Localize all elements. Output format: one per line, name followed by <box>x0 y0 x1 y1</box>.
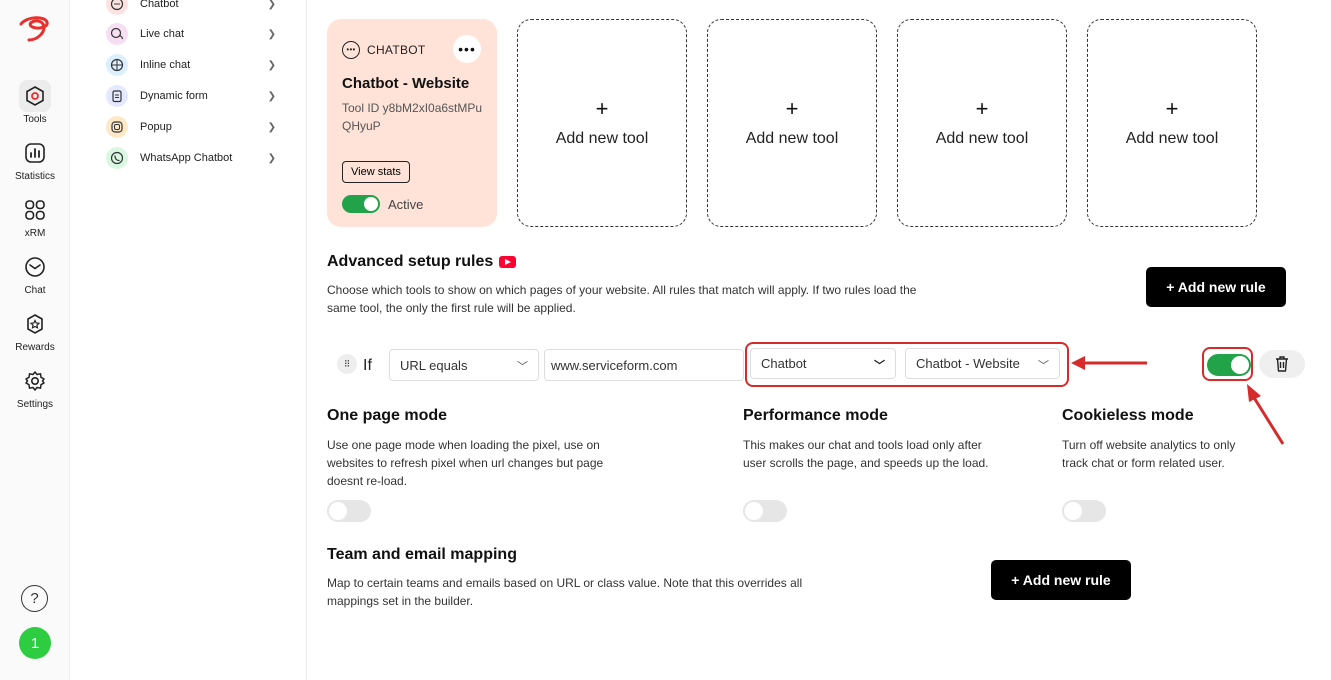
rail-item-rewards[interactable]: Rewards <box>0 308 70 353</box>
tool-card-title: Chatbot - Website <box>342 75 470 92</box>
rail-label: Settings <box>16 399 54 410</box>
chevron-right-icon: ❯ <box>267 152 276 164</box>
team-mapping-title: Team and email mapping <box>327 546 517 563</box>
rule-url-input[interactable] <box>544 349 744 381</box>
tool-list-item-popup[interactable]: Popup ❯ <box>106 114 276 140</box>
rail-item-settings[interactable]: Settings <box>0 365 70 410</box>
help-icon[interactable]: ? <box>21 585 48 612</box>
brand-logo-icon[interactable] <box>17 14 53 44</box>
tool-list-item-whatsapp-chatbot[interactable]: WhatsApp Chatbot ❯ <box>106 145 276 171</box>
chevron-down-icon: ﹀ <box>517 361 528 373</box>
team-mapping-description: Map to certain teams and emails based on… <box>327 576 803 608</box>
tool-active-toggle[interactable] <box>342 195 380 213</box>
add-new-tool-button[interactable]: + Add new tool <box>1087 19 1257 227</box>
chat-icon <box>19 251 51 283</box>
tool-list-label: Dynamic form <box>140 90 208 102</box>
rule-condition-select[interactable]: URL equals ﹀ <box>389 349 539 381</box>
add-new-tool-label: Add new tool <box>1125 130 1219 147</box>
chatbot-icon <box>106 0 128 15</box>
add-new-tool-button[interactable]: + Add new tool <box>707 19 877 227</box>
add-new-tool-button[interactable]: + Add new tool <box>897 19 1067 227</box>
advanced-setup-title-text: Advanced setup rules <box>327 253 494 270</box>
tool-card-chatbot[interactable]: ••• CHATBOT ••• Chatbot - Website Tool I… <box>327 19 497 227</box>
youtube-icon[interactable] <box>499 256 517 268</box>
rail-item-tools[interactable]: Tools <box>0 80 70 125</box>
rail-label: Tools <box>23 114 47 125</box>
add-new-mapping-rule-button[interactable]: + Add new rule <box>991 560 1131 600</box>
delete-rule-button[interactable] <box>1259 350 1305 378</box>
tool-list-label: WhatsApp Chatbot <box>140 152 233 164</box>
performance-mode-description: This makes our chat and tools load only … <box>743 438 989 470</box>
rail-label: xRM <box>24 228 46 239</box>
tool-card-type-label: CHATBOT <box>367 43 426 57</box>
tool-list-item-live-chat[interactable]: Live chat ❯ <box>106 21 276 47</box>
add-new-tool-label: Add new tool <box>555 130 649 147</box>
add-new-tool-button[interactable]: + Add new tool <box>517 19 687 227</box>
main-content: ••• CHATBOT ••• Chatbot - Website Tool I… <box>307 0 1331 680</box>
annotation-highlight-toggle <box>1202 347 1253 381</box>
avatar[interactable]: 1 <box>19 627 51 659</box>
statistics-icon <box>19 137 51 169</box>
more-options-icon[interactable]: ••• <box>453 35 481 63</box>
left-rail: Tools Statistics xRM Chat Rewards Settin… <box>0 0 70 680</box>
tool-list-label: Chatbot <box>140 0 179 10</box>
rail-item-statistics[interactable]: Statistics <box>0 137 70 182</box>
tool-list-panel: Chatbot ❯ Live chat ❯ Inline chat ❯ Dyna… <box>70 0 307 680</box>
tool-card-type: ••• CHATBOT <box>342 41 426 59</box>
advanced-setup-description: Choose which tools to show on which page… <box>327 283 917 315</box>
tool-list-label: Inline chat <box>140 59 191 71</box>
plus-icon: + <box>595 96 609 121</box>
cookieless-mode-description: Turn off website analytics to only track… <box>1062 438 1236 470</box>
chevron-right-icon: ❯ <box>267 28 276 40</box>
tool-list-label: Popup <box>140 121 172 133</box>
plus-icon: + <box>975 96 989 121</box>
plus-icon: + <box>785 96 799 121</box>
inline-chat-icon <box>106 54 128 76</box>
one-page-mode-title: One page mode <box>327 407 448 424</box>
annotation-highlight-tool-selects <box>745 342 1069 387</box>
rail-item-chat[interactable]: Chat <box>0 251 70 296</box>
chevron-right-icon: ❯ <box>267 90 276 102</box>
tool-card-status-label: Active <box>388 196 424 212</box>
dynamic-form-icon <box>106 85 128 107</box>
add-new-tool-label: Add new tool <box>935 130 1029 147</box>
cookieless-mode-toggle[interactable] <box>1062 500 1106 522</box>
tool-card-id: Tool ID y8bM2xI0a6stMPuQHyuP <box>342 101 483 133</box>
cookieless-mode-title: Cookieless mode <box>1062 407 1194 424</box>
popup-icon <box>106 116 128 138</box>
performance-mode-toggle[interactable] <box>743 500 787 522</box>
one-page-mode-toggle[interactable] <box>327 500 371 522</box>
rail-item-xrm[interactable]: xRM <box>0 194 70 239</box>
chevron-right-icon: ❯ <box>267 59 276 71</box>
view-stats-button[interactable]: View stats <box>342 161 410 183</box>
chevron-right-icon: ❯ <box>267 0 276 10</box>
rail-label: Rewards <box>15 342 55 353</box>
rail-label: Chat <box>24 285 46 296</box>
rail-label: Statistics <box>14 171 55 182</box>
rule-condition-value: URL equals <box>400 357 468 373</box>
add-new-tool-label: Add new tool <box>745 130 839 147</box>
live-chat-icon <box>106 23 128 45</box>
add-new-rule-button[interactable]: + Add new rule <box>1146 267 1286 307</box>
chevron-right-icon: ❯ <box>267 121 276 133</box>
xrm-icon <box>19 194 51 226</box>
chatbot-icon: ••• <box>342 41 360 59</box>
one-page-mode-description: Use one page mode when loading the pixel… <box>327 438 604 488</box>
drag-handle-icon[interactable]: ⠿ <box>337 354 357 374</box>
trash-icon <box>1276 356 1288 372</box>
plus-icon: + <box>1165 96 1179 121</box>
tool-list-label: Live chat <box>140 28 185 40</box>
rule-if-label: If <box>363 357 372 374</box>
rewards-icon <box>19 308 51 340</box>
tool-list-item-inline-chat[interactable]: Inline chat ❯ <box>106 52 276 78</box>
tool-list-item-dynamic-form[interactable]: Dynamic form ❯ <box>106 83 276 109</box>
tools-icon <box>19 80 51 112</box>
tool-card-status: Active <box>342 195 423 213</box>
tool-list-item-chatbot[interactable]: Chatbot ❯ <box>106 0 276 17</box>
performance-mode-title: Performance mode <box>743 407 888 424</box>
advanced-setup-title: Advanced setup rules <box>327 253 517 271</box>
whatsapp-icon <box>106 147 128 169</box>
settings-icon <box>19 365 51 397</box>
